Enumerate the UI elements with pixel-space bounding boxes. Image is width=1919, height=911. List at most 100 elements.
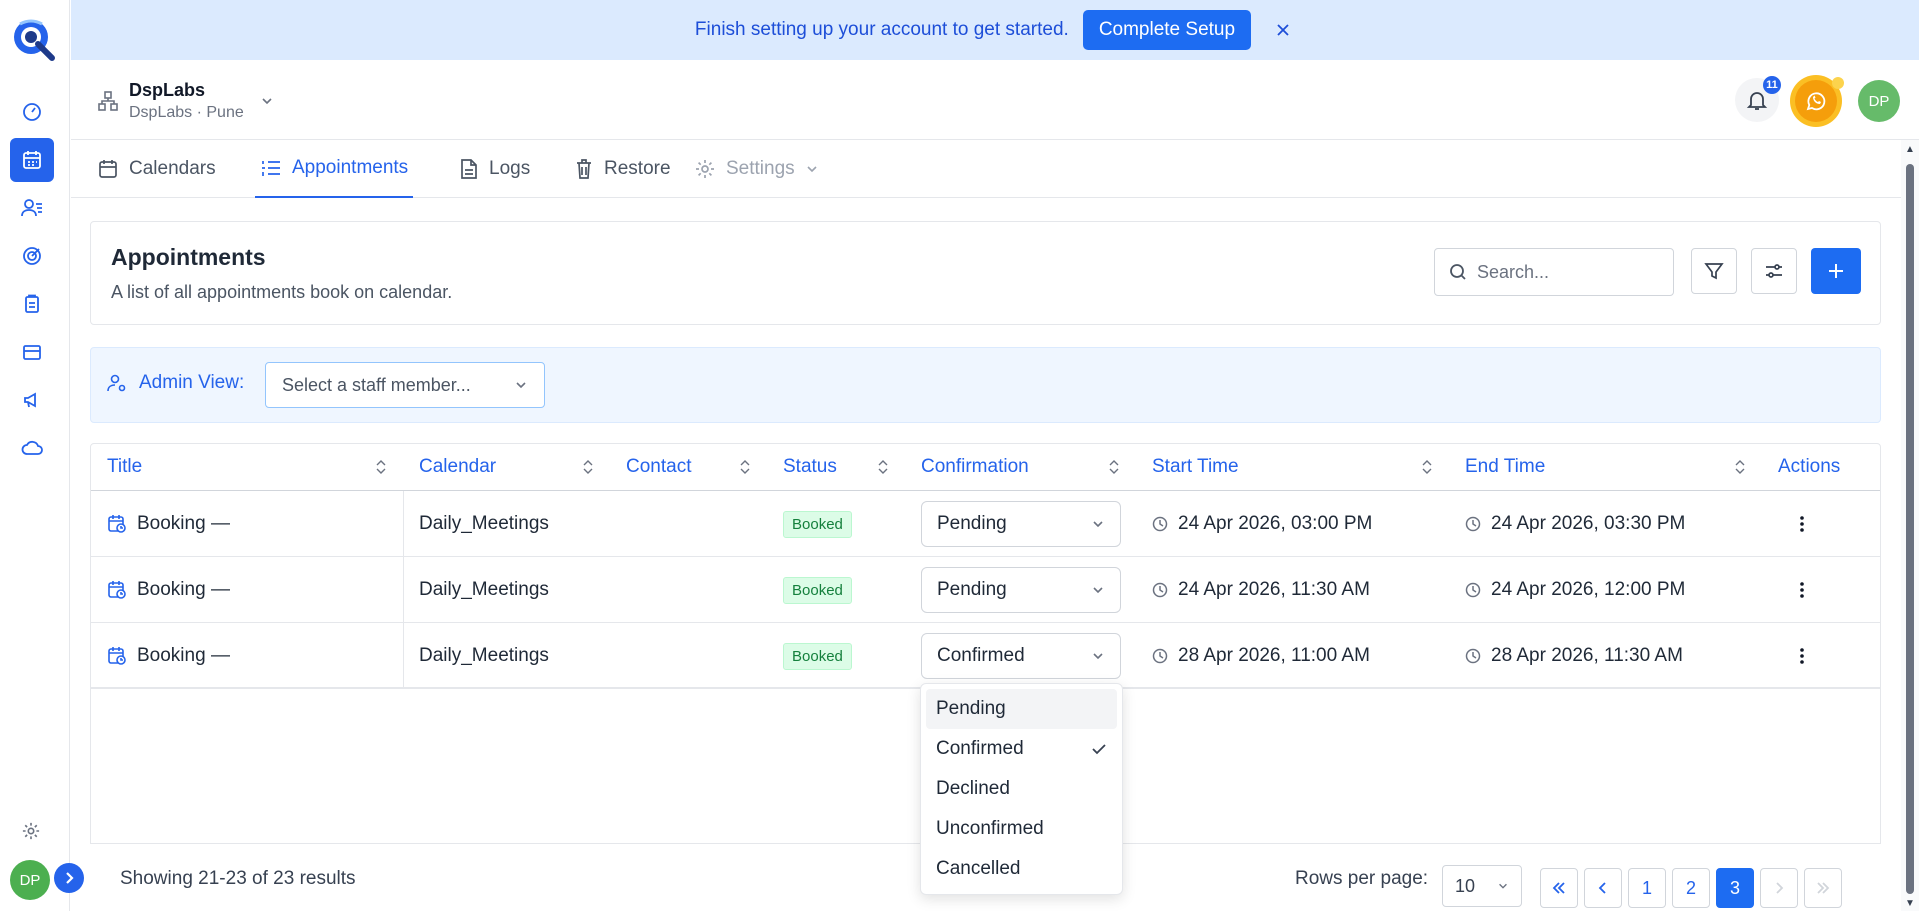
close-icon[interactable] bbox=[1271, 18, 1295, 42]
tab-restore[interactable]: Restore bbox=[574, 140, 671, 198]
first-page-button[interactable] bbox=[1540, 868, 1578, 908]
start-time-cell: 24 Apr 2026, 11:30 AM bbox=[1152, 557, 1370, 623]
confirmation-select[interactable]: Pending bbox=[921, 501, 1121, 547]
scroll-down-arrow-icon[interactable]: ▼ bbox=[1905, 898, 1915, 909]
settings-gear-icon[interactable] bbox=[18, 818, 44, 844]
page-2-button[interactable]: 2 bbox=[1672, 868, 1710, 908]
table-row[interactable]: Booking — Daily_Meetings Booked Pending … bbox=[91, 557, 1880, 623]
whatsapp-button[interactable] bbox=[1790, 75, 1844, 127]
clipboard-nav-icon[interactable] bbox=[10, 282, 54, 326]
contacts-nav-icon[interactable] bbox=[10, 186, 54, 230]
org-name: DspLabs bbox=[129, 80, 206, 100]
option-cancelled[interactable]: Cancelled bbox=[926, 849, 1117, 889]
status-cell: Booked bbox=[783, 623, 852, 689]
option-unconfirmed[interactable]: Unconfirmed bbox=[926, 809, 1117, 849]
chevron-down-icon bbox=[1093, 521, 1103, 528]
chevron-down-icon bbox=[1093, 587, 1103, 594]
user-avatar[interactable]: DP bbox=[10, 860, 50, 900]
table-row[interactable]: Booking — Daily_Meetings Booked Confirme… bbox=[91, 623, 1880, 689]
dashboard-nav-icon[interactable] bbox=[10, 90, 54, 134]
staff-select-placeholder: Select a staff member... bbox=[282, 374, 471, 395]
staff-member-select[interactable]: Select a staff member... bbox=[265, 362, 545, 408]
org-location: DspLabs · Pune bbox=[129, 104, 244, 121]
more-actions-icon[interactable] bbox=[1799, 623, 1805, 689]
column-header-title[interactable]: Title bbox=[91, 444, 403, 491]
prev-page-button[interactable] bbox=[1584, 868, 1622, 908]
list-icon bbox=[262, 161, 280, 176]
status-badge: Booked bbox=[783, 642, 852, 670]
tab-appointments[interactable]: Appointments bbox=[255, 140, 414, 198]
option-pending[interactable]: Pending bbox=[926, 689, 1117, 729]
column-header-calendar[interactable]: Calendar bbox=[403, 444, 610, 491]
title-cell[interactable]: Booking — bbox=[107, 491, 230, 557]
option-confirmed[interactable]: Confirmed bbox=[926, 729, 1117, 769]
wallet-nav-icon[interactable] bbox=[10, 330, 54, 374]
calendar-cell: Daily_Meetings bbox=[419, 579, 549, 600]
search-input[interactable] bbox=[1477, 261, 1647, 283]
sort-icon bbox=[375, 459, 387, 475]
column-header-contact[interactable]: Contact bbox=[610, 444, 767, 491]
cloud-nav-icon[interactable] bbox=[10, 426, 54, 470]
status-badge: Booked bbox=[783, 510, 852, 538]
notifications-bell-icon[interactable]: 11 bbox=[1735, 76, 1781, 122]
more-actions-icon[interactable] bbox=[1799, 557, 1805, 623]
title-cell[interactable]: Booking — bbox=[107, 623, 230, 689]
sort-icon bbox=[582, 459, 594, 475]
column-header-confirmation[interactable]: Confirmation bbox=[905, 444, 1136, 491]
chevron-left-icon bbox=[1598, 882, 1606, 894]
double-chevron-right-icon bbox=[1817, 882, 1830, 894]
org-hierarchy-icon bbox=[97, 90, 119, 112]
confirmation-select[interactable]: Pending bbox=[921, 567, 1121, 613]
page-3-button[interactable]: 3 bbox=[1716, 868, 1754, 908]
app-logo[interactable] bbox=[10, 16, 56, 62]
rows-per-page-select[interactable]: 10 bbox=[1442, 865, 1522, 907]
adjust-columns-button[interactable] bbox=[1751, 248, 1797, 294]
option-declined[interactable]: Declined bbox=[926, 769, 1117, 809]
sort-icon bbox=[1421, 459, 1433, 475]
org-switcher[interactable]: DspLabs DspLabs · Pune bbox=[97, 80, 274, 122]
column-header-start-time[interactable]: Start Time bbox=[1136, 444, 1449, 491]
calendar-clock-icon bbox=[108, 581, 126, 599]
column-header-actions: Actions bbox=[1762, 444, 1880, 491]
next-page-button[interactable] bbox=[1760, 868, 1798, 908]
clock-icon bbox=[1152, 648, 1168, 664]
more-actions-icon[interactable] bbox=[1799, 491, 1805, 557]
tab-logs[interactable]: Logs bbox=[459, 140, 530, 198]
results-info: Showing 21-23 of 23 results bbox=[120, 868, 356, 889]
double-chevron-left-icon bbox=[1552, 882, 1565, 894]
calendar-nav-icon[interactable] bbox=[10, 138, 54, 182]
banner-message: Finish setting up your account to get st… bbox=[694, 19, 1069, 40]
expand-sidebar-chevron-icon[interactable] bbox=[54, 863, 84, 893]
target-nav-icon[interactable] bbox=[10, 234, 54, 278]
chevron-right-icon bbox=[1776, 882, 1784, 894]
plus-icon bbox=[1829, 264, 1843, 278]
megaphone-nav-icon[interactable] bbox=[10, 378, 54, 422]
title-cell[interactable]: Booking — bbox=[107, 557, 230, 623]
chevron-down-icon bbox=[1093, 653, 1103, 660]
chevron-down-icon bbox=[1499, 883, 1507, 889]
complete-setup-button[interactable]: Complete Setup bbox=[1082, 10, 1252, 50]
confirmation-dropdown-menu: Pending Confirmed Declined Unconfirmed C… bbox=[920, 683, 1123, 895]
tab-label: Calendars bbox=[129, 158, 216, 179]
header-avatar[interactable]: DP bbox=[1858, 80, 1900, 122]
confirmation-select[interactable]: Confirmed bbox=[921, 633, 1121, 679]
trash-icon bbox=[577, 159, 591, 179]
search-box[interactable] bbox=[1434, 248, 1674, 296]
scroll-up-arrow-icon[interactable]: ▲ bbox=[1905, 144, 1915, 155]
page-scrollbar[interactable]: ▲ ▼ bbox=[1901, 140, 1919, 911]
tab-label: Logs bbox=[489, 158, 531, 179]
column-header-status[interactable]: Status bbox=[767, 444, 905, 491]
chevron-down-icon bbox=[807, 166, 817, 173]
page-1-button[interactable]: 1 bbox=[1628, 868, 1666, 908]
add-appointment-button[interactable] bbox=[1811, 248, 1861, 294]
rows-per-page-label: Rows per page: bbox=[1295, 868, 1429, 889]
column-header-end-time[interactable]: End Time bbox=[1449, 444, 1762, 491]
scrollbar-thumb[interactable] bbox=[1906, 164, 1914, 894]
tab-calendars[interactable]: Calendars bbox=[97, 140, 216, 198]
start-time-cell: 24 Apr 2026, 03:00 PM bbox=[1152, 491, 1372, 557]
table-row[interactable]: Booking — Daily_Meetings Booked Pending … bbox=[91, 491, 1880, 557]
page-description: A list of all appointments book on calen… bbox=[111, 282, 453, 302]
tab-settings[interactable]: Settings bbox=[694, 140, 819, 198]
last-page-button[interactable] bbox=[1804, 868, 1842, 908]
filter-button[interactable] bbox=[1691, 248, 1737, 294]
